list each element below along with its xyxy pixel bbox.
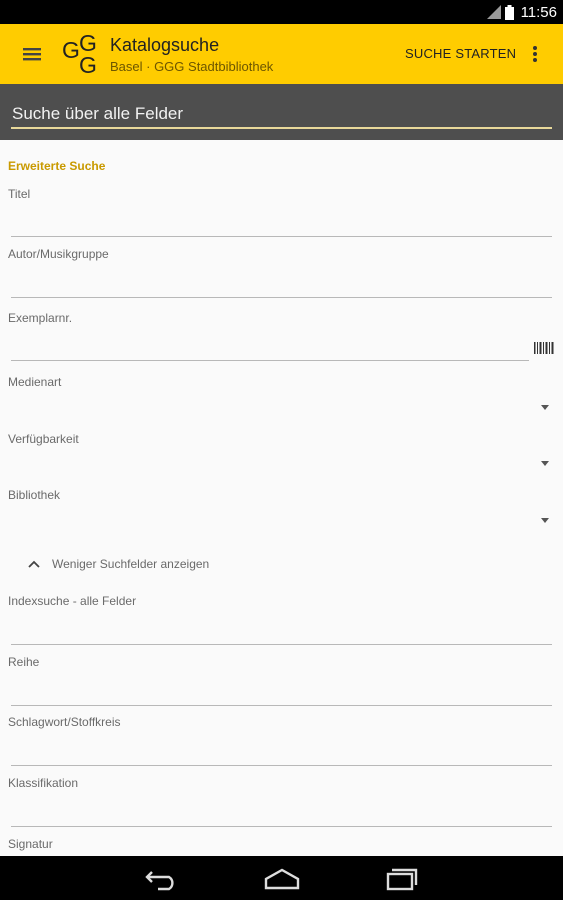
status-time: 11:56 [520, 3, 557, 21]
label-verfuegbarkeit: Verfügbarkeit [8, 432, 79, 446]
back-icon[interactable] [142, 864, 182, 892]
app-subtitle: Basel · GGG Stadtbibliothek [110, 59, 274, 74]
recents-icon[interactable] [382, 864, 422, 892]
more-vert-icon[interactable] [524, 40, 546, 68]
hamburger-menu-icon[interactable] [18, 40, 46, 68]
app-title: Katalogsuche [110, 35, 220, 55]
search-start-button[interactable]: SUCHE STARTEN [405, 46, 516, 61]
advanced-search-form: Erweiterte Suche Titel Autor/Musikgruppe… [0, 140, 563, 856]
svg-text:G: G [62, 37, 80, 63]
battery-icon [504, 4, 514, 20]
less-fields-toggle[interactable]: Weniger Suchfelder anzeigen [28, 557, 209, 571]
label-klassifikation: Klassifikation [8, 776, 79, 790]
input-autor[interactable] [11, 297, 552, 298]
svg-text:G: G [79, 52, 97, 74]
label-reihe: Reihe [8, 655, 40, 669]
bibliothek-dropdown-icon[interactable] [541, 518, 549, 523]
navigation-bar [0, 856, 563, 900]
ggg-logo: G G G [62, 34, 97, 74]
medienart-dropdown-icon[interactable] [541, 405, 549, 410]
status-bar: 11:56 [0, 0, 563, 24]
label-autor: Autor/Musikgruppe [8, 247, 109, 261]
label-indexsuche: Indexsuche - alle Felder [8, 594, 137, 608]
chevron-up-icon [28, 560, 40, 568]
label-bibliothek: Bibliothek [8, 488, 61, 502]
label-exemplar: Exemplarnr. [8, 311, 73, 325]
search-bar [0, 84, 563, 140]
label-medienart: Medienart [8, 375, 62, 389]
input-schlagwort[interactable] [11, 765, 552, 766]
section-title: Erweiterte Suche [8, 159, 106, 173]
home-icon[interactable] [262, 864, 302, 892]
less-fields-label: Weniger Suchfelder anzeigen [52, 557, 210, 571]
input-reihe[interactable] [11, 705, 552, 706]
signal-icon [486, 5, 501, 19]
input-exemplar[interactable] [11, 360, 529, 361]
label-titel: Titel [8, 187, 31, 201]
input-titel[interactable] [11, 236, 552, 237]
input-klassifikation[interactable] [11, 826, 552, 827]
label-signatur: Signatur [8, 837, 53, 851]
app-bar: G G G Katalogsuche Basel · GGG Stadtbibl… [0, 24, 563, 84]
barcode-icon[interactable] [534, 342, 554, 354]
label-schlagwort: Schlagwort/Stoffkreis [8, 715, 121, 729]
input-indexsuche[interactable] [11, 644, 552, 645]
search-input[interactable] [11, 101, 552, 129]
verfuegbarkeit-dropdown-icon[interactable] [541, 461, 549, 466]
